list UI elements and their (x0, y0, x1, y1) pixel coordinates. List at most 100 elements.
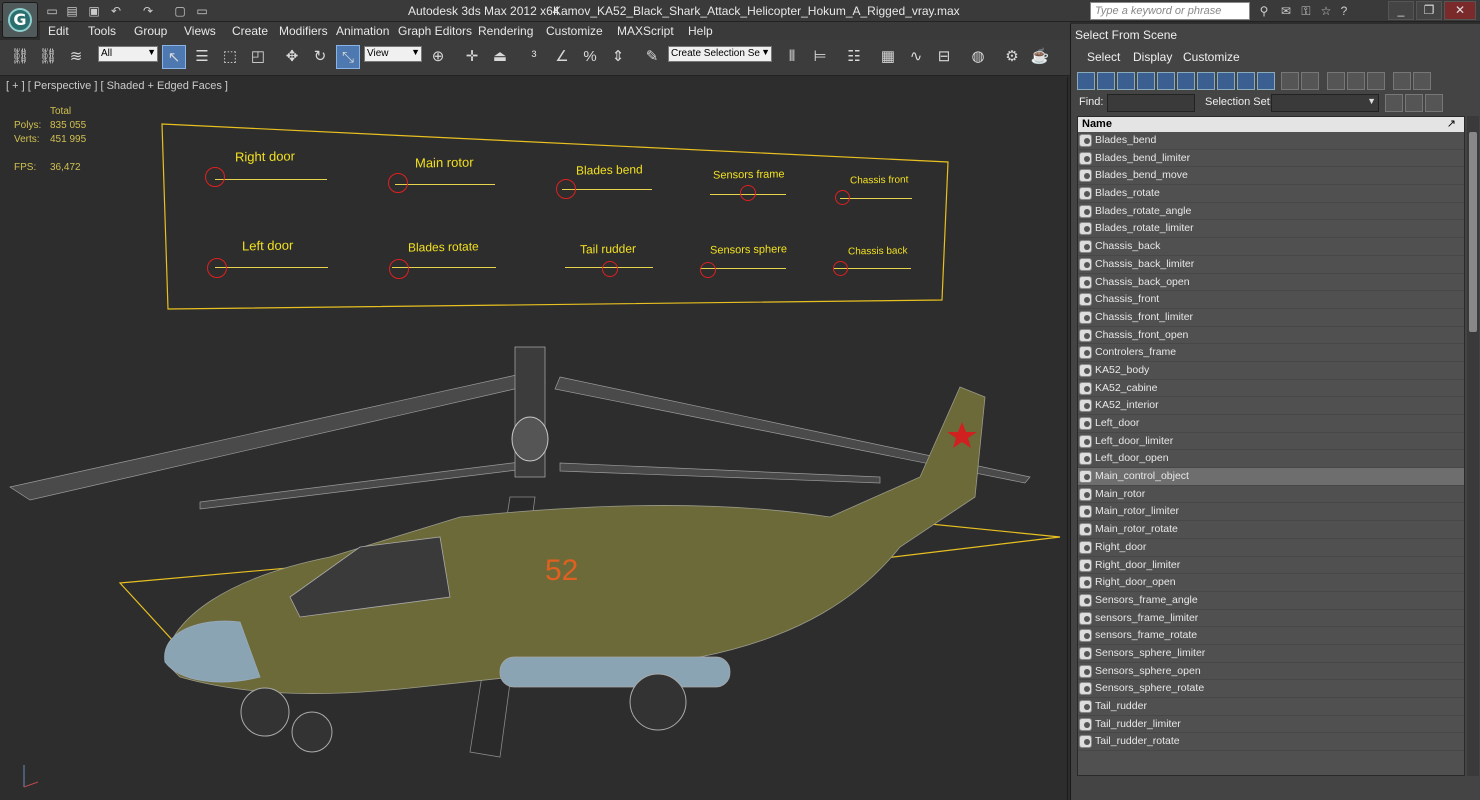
display-cameras-icon[interactable] (1137, 72, 1155, 90)
help-icon[interactable]: ? (1336, 3, 1352, 19)
menu-modifiers[interactable]: Modifiers (279, 24, 328, 38)
display-shapes-icon[interactable] (1097, 72, 1115, 90)
menu-customize[interactable]: Customize (546, 24, 603, 38)
bind-space-warp-icon[interactable]: ≋ (64, 45, 88, 69)
filter-options-icon[interactable] (1413, 72, 1431, 90)
menu-create[interactable]: Create (232, 24, 268, 38)
rotor-hub[interactable] (511, 416, 549, 462)
rotor-blade[interactable] (199, 461, 526, 510)
list-item[interactable]: Chassis_front_open (1078, 327, 1464, 345)
control-slider-sensors-sphere[interactable] (700, 262, 716, 278)
material-editor-icon[interactable]: ◍ (966, 45, 990, 69)
list-item[interactable]: KA52_body (1078, 362, 1464, 380)
unlink-icon[interactable]: ⛓ (36, 45, 60, 69)
new-file-icon[interactable]: ▭ (44, 3, 60, 19)
keyboard-shortcut-icon[interactable]: ⏏ (488, 45, 512, 69)
layer-manager-icon[interactable]: ☷ (842, 45, 866, 69)
menu-views[interactable]: Views (184, 24, 216, 38)
selection-filter-dropdown[interactable]: All ▼ (98, 46, 158, 62)
list-item[interactable]: Tail_rudder_limiter (1078, 716, 1464, 734)
select-manipulate-icon[interactable]: ✛ (460, 45, 484, 69)
list-item[interactable]: Controlers_frame (1078, 344, 1464, 362)
menu-animation[interactable]: Animation (336, 24, 389, 38)
curve-editor-icon[interactable]: ∿ (904, 45, 928, 69)
scale-icon[interactable]: ⤡ (336, 45, 360, 69)
schematic-view-icon[interactable]: ⊟ (932, 45, 956, 69)
restore-button[interactable]: ❐ (1416, 1, 1442, 20)
list-item[interactable]: Main_rotor_limiter (1078, 503, 1464, 522)
scrollbar-thumb[interactable] (1469, 132, 1477, 332)
window-crossing-icon[interactable]: ◰ (246, 45, 270, 69)
rectangular-selection-icon[interactable]: ⬚ (218, 45, 242, 69)
list-item[interactable]: Blades_bend_move (1078, 167, 1464, 186)
rotor-blade[interactable] (9, 371, 546, 501)
display-space-warps-icon[interactable] (1177, 72, 1195, 90)
list-item[interactable]: Sensors_sphere_rotate (1078, 680, 1464, 698)
list-item[interactable]: Main_rotor_rotate (1078, 521, 1464, 539)
list-item[interactable]: KA52_cabine (1078, 380, 1464, 398)
menu-edit[interactable]: Edit (48, 24, 69, 38)
list-item[interactable]: Chassis_front (1078, 291, 1464, 309)
list-item[interactable]: KA52_interior (1078, 397, 1464, 415)
weapon-pod[interactable] (499, 656, 731, 688)
snaps-toggle-icon[interactable]: ³ (522, 45, 546, 69)
rear-wheel[interactable] (629, 673, 687, 731)
list-item[interactable]: Sensors_sphere_open (1078, 663, 1464, 681)
render-teapot-icon[interactable]: ☕ (1028, 45, 1052, 69)
list-item[interactable]: Blades_rotate_angle (1078, 203, 1464, 221)
menu-graph-editors[interactable]: Graph Editors (398, 24, 472, 38)
control-slider-sensors-frame[interactable] (740, 185, 756, 201)
list-item[interactable]: sensors_frame_rotate (1078, 627, 1464, 645)
perspective-viewport[interactable]: [ + ] [ Perspective ] [ Shaded + Edged F… (0, 77, 1068, 800)
list-item[interactable]: Left_door (1078, 415, 1464, 433)
control-slider-tail-rudder[interactable] (602, 261, 618, 277)
edit-named-selection-icon[interactable]: ✎ (640, 45, 664, 69)
list-item[interactable]: Blades_rotate (1078, 185, 1464, 203)
control-slider-blades-bend[interactable] (556, 179, 576, 199)
select-all-icon[interactable] (1327, 72, 1345, 90)
open-file-icon[interactable]: ▤ (64, 3, 80, 19)
list-item[interactable]: Right_door (1078, 539, 1464, 557)
search-input[interactable]: Type a keyword or phrase (1090, 2, 1250, 20)
menu-rendering[interactable]: Rendering (478, 24, 533, 38)
add-to-set-icon[interactable] (1405, 94, 1423, 112)
control-slider-chassis-back[interactable] (833, 261, 848, 276)
list-item[interactable]: Chassis_front_limiter (1078, 309, 1464, 327)
binoculars-icon[interactable]: ⚲ (1256, 3, 1272, 19)
display-geometry-icon[interactable] (1077, 72, 1095, 90)
list-item[interactable]: Main_rotor (1078, 486, 1464, 504)
rotor-blade[interactable] (559, 462, 881, 484)
list-item[interactable]: Left_door_limiter (1078, 433, 1464, 451)
display-bones-icon[interactable] (1237, 72, 1255, 90)
sign-in-icon[interactable]: ⚿ (1298, 3, 1314, 19)
list-item[interactable]: Tail_rudder_rotate (1078, 733, 1464, 752)
display-frozen-icon[interactable] (1281, 72, 1299, 90)
create-selection-set-icon[interactable] (1385, 94, 1403, 112)
dialog-menu-select[interactable]: Select (1087, 50, 1120, 64)
select-by-name-icon[interactable]: ☰ (190, 45, 214, 69)
menu-help[interactable]: Help (688, 24, 713, 38)
column-header-name[interactable]: Name ↗ (1078, 117, 1464, 132)
dialog-menu-customize[interactable]: Customize (1183, 50, 1240, 64)
rotate-icon[interactable]: ↻ (308, 45, 332, 69)
display-helpers-icon[interactable] (1157, 72, 1175, 90)
named-selection-set-dropdown[interactable]: Create Selection Se ▼ (668, 46, 772, 62)
list-item[interactable]: Right_door_limiter (1078, 557, 1464, 575)
menu-group[interactable]: Group (134, 24, 167, 38)
control-slider-chassis-front[interactable] (835, 190, 850, 205)
remove-from-set-icon[interactable] (1425, 94, 1443, 112)
control-slider-right-door[interactable] (205, 167, 225, 187)
display-lights-icon[interactable] (1117, 72, 1135, 90)
save-icon[interactable]: ▣ (86, 3, 102, 19)
menu-maxscript[interactable]: MAXScript (617, 24, 674, 38)
selection-set-dropdown[interactable]: ▼ (1271, 94, 1379, 112)
list-item[interactable]: sensors_frame_limiter (1078, 610, 1464, 628)
find-input[interactable] (1107, 94, 1195, 112)
list-item[interactable]: Sensors_sphere_limiter (1078, 645, 1464, 663)
project-folder-icon[interactable]: ▭ (194, 3, 210, 19)
display-hidden-icon[interactable] (1301, 72, 1319, 90)
pivot-center-icon[interactable]: ⊕ (426, 45, 450, 69)
minimize-button[interactable]: _ (1388, 1, 1414, 20)
close-button[interactable]: ✕ (1444, 1, 1476, 20)
spinner-snap-icon[interactable]: ⇕ (606, 45, 630, 69)
